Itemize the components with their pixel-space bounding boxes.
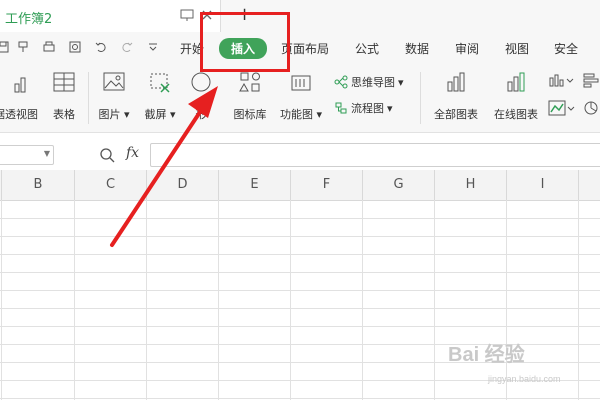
flowchart-label: 流程图	[351, 102, 384, 115]
mind-map-button[interactable]: 思维导图 ▾	[334, 74, 404, 90]
annotation-highlight-box	[200, 12, 290, 72]
pivot-chart-label: 据透视图	[0, 108, 38, 121]
grid-line	[434, 200, 435, 400]
grid-line	[362, 200, 363, 400]
zoom-search-icon[interactable]	[99, 147, 117, 163]
fx-label[interactable]: fx	[126, 145, 139, 161]
grid-line	[0, 398, 600, 399]
flowchart-button[interactable]: 流程图 ▾	[334, 100, 393, 116]
online-chart-label: 在线图表	[494, 108, 538, 121]
icon-library-icon	[239, 72, 260, 92]
name-box[interactable]: ▼	[0, 145, 54, 165]
bar-chart-icon[interactable]	[582, 72, 600, 88]
tab-security[interactable]: 安全	[554, 40, 578, 57]
tab-data[interactable]: 数据	[405, 40, 429, 57]
grid-line	[1, 200, 2, 400]
mind-map-icon	[334, 75, 348, 89]
document-tab[interactable]: 工作簿2	[0, 0, 221, 32]
column-header-b[interactable]: B	[2, 170, 75, 200]
all-charts-icon	[447, 72, 465, 92]
flowchart-icon	[335, 102, 347, 114]
formula-bar: ▼ fx	[0, 140, 600, 171]
column-header-d[interactable]: D	[147, 170, 219, 200]
column-header-row: B C D E F G H I	[0, 170, 600, 201]
column-header-g[interactable]: G	[363, 170, 435, 200]
print-preview-icon[interactable]	[68, 40, 82, 54]
grid-line	[74, 200, 75, 400]
grid-line	[0, 290, 600, 291]
tab-view[interactable]: 视图	[505, 40, 529, 57]
format-painter-icon[interactable]	[16, 40, 30, 54]
all-charts-button[interactable]: 全部图表	[430, 70, 482, 122]
shape-button[interactable]: 形	[186, 70, 216, 122]
shape-label: 形	[195, 108, 207, 121]
print-icon[interactable]	[42, 40, 56, 54]
redo-icon[interactable]	[120, 40, 134, 54]
picture-icon	[103, 72, 125, 91]
screenshot-label: 截屏 ▾	[144, 108, 176, 121]
title-bar: 工作簿2 +	[0, 0, 600, 32]
pie-chart-icon[interactable]	[582, 100, 600, 116]
undo-icon[interactable]	[94, 40, 108, 54]
name-box-dropdown-icon[interactable]: ▼	[44, 149, 50, 158]
grid-line	[506, 200, 507, 400]
grid-line	[578, 200, 579, 400]
tab-review[interactable]: 审阅	[455, 40, 479, 57]
pivot-chart-button[interactable]: 据透视图	[0, 70, 44, 122]
document-title: 工作簿2	[5, 12, 53, 27]
baidu-watermark-url: jingyan.baidu.com	[488, 374, 561, 384]
grid-line	[0, 236, 600, 237]
grid-line	[0, 272, 600, 273]
monitor-icon[interactable]	[180, 8, 194, 22]
grid-line	[0, 308, 600, 309]
online-chart-icon	[507, 72, 525, 92]
line-chart-dropdown-icon[interactable]	[548, 100, 578, 116]
online-chart-button[interactable]: 在线图表	[490, 70, 542, 122]
grid-line	[146, 200, 147, 400]
mind-map-label: 思维导图	[351, 76, 395, 89]
function-chart-button[interactable]: 功能图 ▾	[276, 70, 326, 122]
grid-line	[0, 326, 600, 327]
column-header-h[interactable]: H	[435, 170, 507, 200]
icon-library-label: 图标库	[233, 108, 267, 121]
grid-line	[218, 200, 219, 400]
picture-button[interactable]: 图片 ▾	[94, 70, 134, 122]
customize-dropdown-icon[interactable]	[146, 40, 160, 54]
shape-icon	[191, 72, 211, 92]
flowchart-dropdown-icon: ▾	[387, 101, 393, 115]
column-header-i[interactable]: I	[507, 170, 579, 200]
column-header-j[interactable]	[579, 170, 600, 200]
table-icon	[53, 72, 75, 92]
pivot-chart-icon	[14, 77, 26, 93]
grid-line	[0, 254, 600, 255]
column-chart-dropdown-icon[interactable]	[548, 72, 578, 88]
grid-line	[290, 200, 291, 400]
save-icon[interactable]	[0, 40, 10, 54]
ribbon-separator	[420, 72, 421, 124]
tab-formulas[interactable]: 公式	[355, 40, 379, 57]
picture-label: 图片 ▾	[98, 108, 130, 121]
ribbon: 据透视图 表格 图片 ▾ 截屏 ▾ 形 图标库 功能图 ▾ 思维导图▾ 流程图▾…	[0, 64, 600, 133]
column-header-f[interactable]: F	[291, 170, 363, 200]
baidu-watermark: Bai 经验	[448, 344, 525, 366]
column-header-e[interactable]: E	[219, 170, 291, 200]
table-button[interactable]: 表格	[46, 70, 82, 122]
grid-line	[0, 218, 600, 219]
column-header-c[interactable]: C	[75, 170, 147, 200]
function-chart-icon	[291, 75, 311, 91]
icon-library-button[interactable]: 图标库	[228, 70, 272, 122]
formula-input[interactable]	[150, 143, 600, 167]
ribbon-separator	[88, 72, 89, 124]
function-chart-label: 功能图 ▾	[279, 108, 323, 121]
mind-map-dropdown-icon: ▾	[398, 75, 404, 89]
screenshot-icon	[150, 73, 170, 93]
menu-bar: 开始 插入 页面布局 公式 数据 审阅 视图 安全	[0, 32, 600, 64]
screenshot-button[interactable]: 截屏 ▾	[140, 70, 180, 122]
table-label: 表格	[53, 108, 75, 121]
all-charts-label: 全部图表	[434, 108, 478, 121]
